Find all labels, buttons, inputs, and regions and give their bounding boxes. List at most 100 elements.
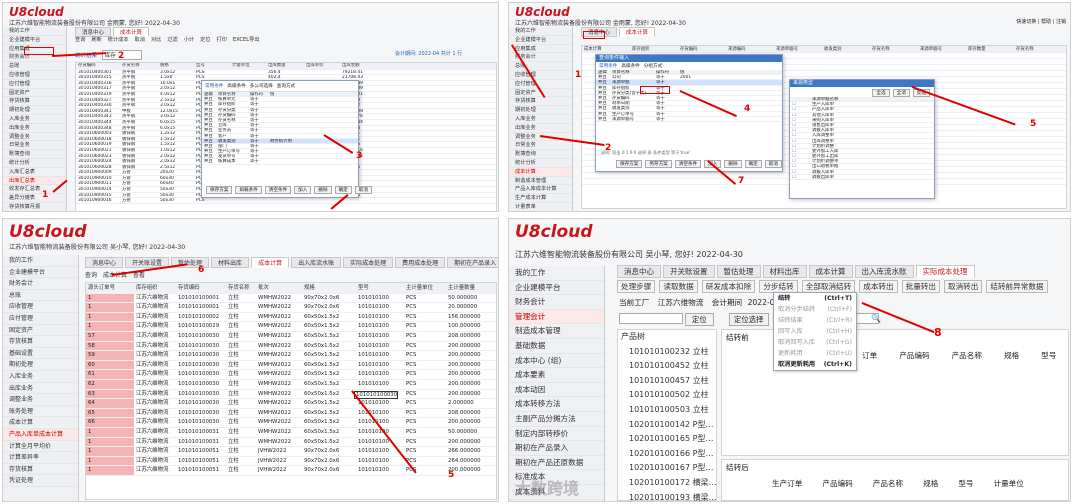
toolbar-button[interactable]: 处理步骤 xyxy=(617,280,656,293)
sidebar-item[interactable]: 应付管理 xyxy=(3,80,66,89)
sidebar-item[interactable]: 期初在产品还原数据 xyxy=(509,456,604,471)
toolbar-button[interactable]: 成本转出 xyxy=(859,280,898,293)
table-row[interactable]: 60 江苏六维物流 101010100030 立柱 WMHW2022 60x50x1.5x… xyxy=(86,360,496,371)
sidebar-item[interactable]: 调整业务 xyxy=(3,394,78,406)
locate-input[interactable] xyxy=(619,313,683,324)
sidebar-item[interactable]: 管理会计 xyxy=(509,309,604,325)
dialog-button[interactable]: 清空条件 xyxy=(674,160,702,168)
table-row[interactable]: 64 江苏六维物流 101010100030 立柱 WMHW2022 60x50x1.5x… xyxy=(86,399,496,409)
sidebar-item[interactable]: 调整业务 xyxy=(3,133,66,142)
sidebar-item[interactable]: 应付管理 xyxy=(509,80,572,89)
dialog-button[interactable]: 另存方案 xyxy=(645,160,672,168)
sidebar-item[interactable]: 成本中心 (组) xyxy=(509,354,604,369)
sidebar-item[interactable]: 成本动因 xyxy=(509,383,604,398)
row-checkbox[interactable]: ☐ xyxy=(790,164,810,168)
toolbar-button[interactable]: 取消转出 xyxy=(944,280,983,293)
sidebar-item[interactable]: 账簿查询 xyxy=(3,150,66,159)
table-row[interactable]: 1 江苏六维物流 101010100051 立柱 JVHW2022 90x70x2.0x6… xyxy=(86,466,496,476)
sidebar-item[interactable]: 应收管理 xyxy=(3,301,78,313)
column-header[interactable]: 主计量数量 xyxy=(446,283,496,293)
table-row[interactable]: 1 江苏六维物流 101010100001 立柱 WMHW2022 90x70x2.0x6… xyxy=(86,293,496,304)
column-header[interactable]: 来源单据号 xyxy=(774,46,822,52)
table-row[interactable]: 1 江苏六维物流 101010100031 立柱 WMHW2022 60x50x1.5x2… xyxy=(86,427,496,438)
column-header[interactable]: 存货名称 xyxy=(120,63,158,69)
table-row[interactable]: 301010900016 方管 50x30 PCS xyxy=(76,198,496,204)
sidebar-item[interactable]: 出库业务 xyxy=(3,124,66,133)
sidebar-item[interactable]: 总账 xyxy=(3,290,78,302)
row-checkbox[interactable]: ☐ xyxy=(790,149,810,153)
toolbar-button[interactable]: 刷新 xyxy=(91,36,101,43)
tab-item[interactable]: 期初在产品录入 xyxy=(447,257,498,268)
menu-item[interactable]: 取消分步结转 (Ctrl+F) xyxy=(774,304,856,315)
sidebar-item[interactable]: 存货核算 xyxy=(509,97,572,107)
table-row[interactable]: 58 江苏六维物流 101010100030 立柱 WMHW2022 60x50x1.5x… xyxy=(86,341,496,352)
dialog-tab[interactable]: 查询方式 xyxy=(277,83,295,89)
sidebar-item[interactable]: 基础数据 xyxy=(509,339,604,354)
column-header[interactable]: 计量单位 xyxy=(230,63,266,69)
menu-item[interactable]: 取消更新耗用 (Ctrl+K) xyxy=(774,359,856,370)
toolbar-button[interactable]: 读取数据 xyxy=(659,280,698,293)
row-checkbox[interactable]: ☐ xyxy=(790,133,810,137)
tree-node[interactable]: 101010100457 立柱 xyxy=(621,374,716,389)
search-icon[interactable]: 🔍 xyxy=(871,314,881,323)
sidebar-item[interactable]: 期初在产品录入 xyxy=(509,441,604,456)
column-header[interactable]: 库存数量 xyxy=(966,46,1014,52)
sidebar-item[interactable]: 出库汇总表 xyxy=(3,176,66,186)
sidebar-item[interactable]: 凭证处理 xyxy=(3,475,78,487)
menu-item[interactable]: 结转结果 (Ctrl+R) xyxy=(774,315,856,326)
sidebar-item[interactable]: 成本计算 xyxy=(509,167,572,177)
sidebar-item[interactable]: 我的工作 xyxy=(3,27,66,36)
column-header[interactable]: 规格 xyxy=(302,283,356,293)
row-checkbox[interactable]: ☐ xyxy=(790,123,810,127)
toolbar-button[interactable]: 打印 xyxy=(217,36,227,43)
sidebar-item[interactable]: 我的工作 xyxy=(3,255,78,267)
sidebar-item[interactable]: 应收管理 xyxy=(3,71,66,80)
tab-item[interactable]: 出入库流水账 xyxy=(291,257,342,268)
column-header[interactable]: 出库数量 xyxy=(266,63,304,69)
tree-node[interactable]: 102010100193 横梁… xyxy=(621,491,716,501)
sidebar-item[interactable]: 日常业务 xyxy=(509,141,572,151)
sidebar-item[interactable]: 账务处理 xyxy=(3,406,78,418)
menu-item[interactable]: 结转 (Ctrl+T) xyxy=(774,293,856,304)
sidebar-item[interactable]: 成本转移方法 xyxy=(509,397,604,412)
tree-node[interactable]: 101010100452 立柱 xyxy=(621,359,716,374)
select-button[interactable]: 全选 xyxy=(872,89,890,97)
tree-node[interactable]: 101010100232 立柱 xyxy=(621,345,716,360)
tab-item[interactable]: 出入库流水账 xyxy=(854,265,914,278)
row-checkbox[interactable]: ☐ xyxy=(790,159,810,163)
sidebar-item[interactable]: 入库业务 xyxy=(3,371,78,383)
column-header[interactable]: 来源编码 xyxy=(726,46,774,52)
sidebar-item[interactable]: 出库业务 xyxy=(509,124,572,133)
sidebar-item[interactable]: 财务会计 xyxy=(509,295,604,310)
sidebar-item[interactable]: 产品入库成本计算 xyxy=(509,185,572,195)
table-row[interactable]: 1 江苏六维物流 101010100001 立柱 WMHW2022 90x70x2.0x6… xyxy=(86,303,496,313)
sidebar-item[interactable]: 期初处理 xyxy=(3,359,78,371)
tree-node[interactable]: 102010100172 横梁… xyxy=(621,476,716,491)
table-row[interactable]: 61 江苏六维物流 101010100030 立柱 WMHW2022 60x50x1.5x… xyxy=(86,370,496,380)
column-header[interactable]: 存货名称 xyxy=(1014,46,1062,52)
row-checkbox[interactable]: ☐ xyxy=(790,175,810,179)
dialog-button[interactable]: 取消 xyxy=(764,160,782,168)
dialog-button[interactable]: 如载条件 xyxy=(235,186,262,194)
sidebar-item[interactable]: 期初处理 xyxy=(3,106,66,115)
row-checkbox[interactable]: ☐ xyxy=(790,128,810,132)
dialog-tab[interactable]: 常用条件 xyxy=(205,83,223,89)
tab-item[interactable]: 开关账设置 xyxy=(663,265,715,278)
tree-node[interactable]: 101010100503 立柱 xyxy=(621,403,716,418)
tab-item[interactable]: 材料出库 xyxy=(762,265,807,278)
tree-node[interactable]: 101010100502 立柱 xyxy=(621,388,716,403)
table-row[interactable]: 1 江苏六维物流 101010100051 立柱 JVHW2022 90x70x2.0x6… xyxy=(86,456,496,467)
dialog-tab[interactable]: 常用条件 xyxy=(599,63,617,69)
menu-item[interactable]: 更新耗用 (Ctrl+U) xyxy=(774,348,856,359)
dialog-tab[interactable]: 分组方式 xyxy=(644,63,662,69)
locate-select-button[interactable]: 定位选择 xyxy=(729,313,769,326)
sidebar-item[interactable]: 存货核算月报 xyxy=(3,203,66,211)
sidebar-item[interactable]: 调整业务 xyxy=(509,133,572,142)
sidebar-item[interactable]: 基础设置 xyxy=(3,348,78,360)
sidebar-item[interactable]: 出库业务 xyxy=(3,383,78,395)
toolbar-button[interactable]: 过滤 xyxy=(167,36,177,43)
toolbar-button[interactable]: 查询 xyxy=(85,270,97,279)
column-header[interactable]: 库存组织 xyxy=(630,46,678,52)
sidebar-item[interactable]: 统计分析 xyxy=(3,159,66,168)
dialog-button[interactable]: 取消 xyxy=(354,186,372,194)
